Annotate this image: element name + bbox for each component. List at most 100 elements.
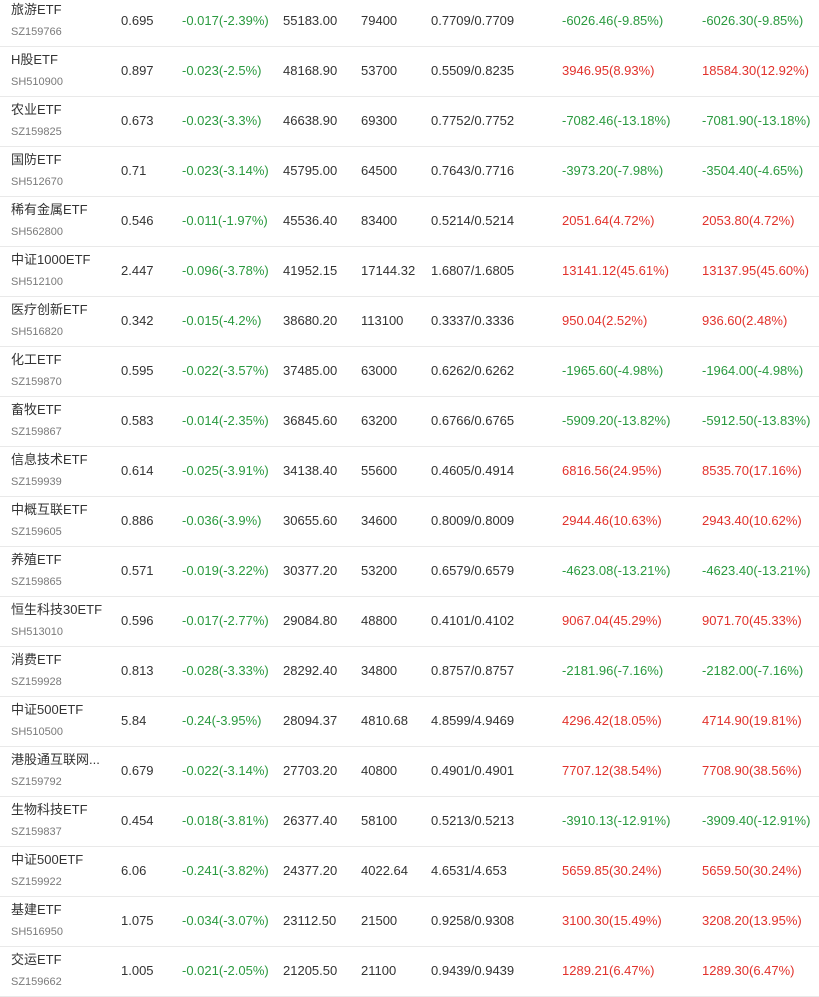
table-row[interactable]: 农业ETF SZ159825 0.673 -0.023(-3.3%) 46638.90 6… — [0, 97, 819, 147]
table-row[interactable]: 中概互联ETF SZ159605 0.886 -0.036(-3.9%) 30655.6… — [0, 497, 819, 547]
total-profit-loss-cell: -2182.00(-7.16%) — [702, 663, 804, 678]
table-row[interactable]: 信息技术ETF SZ159939 0.614 -0.025(-3.91%) 34138.… — [0, 447, 819, 497]
change-cell: -0.022(-3.14%) — [182, 763, 269, 778]
holding-value-cell: 29084.80 — [283, 613, 338, 628]
table-row[interactable]: 畜牧ETF SZ159867 0.583 -0.014(-2.35%) 36845.60… — [0, 397, 819, 447]
holding-value-cell: 27703.20 — [283, 763, 338, 778]
profit-loss-cell: 4296.42(18.05%) — [562, 713, 662, 728]
table-row[interactable]: 港股通互联网... SZ159792 0.679 -0.022(-3.14%) 2770… — [0, 747, 819, 797]
profit-loss-cell: 7707.12(38.54%) — [562, 763, 662, 778]
fund-name[interactable]: 中概互联ETF — [11, 502, 88, 518]
fund-name[interactable]: 交运ETF — [11, 952, 62, 968]
fund-name[interactable]: 农业ETF — [11, 102, 62, 118]
fund-code: SH512670 — [11, 176, 63, 188]
table-row[interactable]: 国防ETF SH512670 0.71 -0.023(-3.14%) 45795.00 6… — [0, 147, 819, 197]
profit-loss-cell: 3100.30(15.49%) — [562, 913, 662, 928]
profit-loss-cell: 950.04(2.52%) — [562, 313, 648, 328]
fund-name[interactable]: 消费ETF — [11, 652, 62, 668]
price-cell: 2.447 — [121, 263, 154, 278]
profit-loss-cell: 6816.56(24.95%) — [562, 463, 662, 478]
shares-cell: 21500 — [361, 913, 398, 928]
fund-name[interactable]: 中证500ETF — [11, 852, 83, 868]
holding-value-cell: 28292.40 — [283, 663, 338, 678]
fund-code: SZ159662 — [11, 976, 62, 988]
table-row[interactable]: 化工ETF SZ159870 0.595 -0.022(-3.57%) 37485.00… — [0, 347, 819, 397]
price-cell: 0.571 — [121, 563, 154, 578]
change-cell: -0.023(-2.5%) — [182, 63, 262, 78]
shares-cell: 79400 — [361, 13, 398, 28]
fund-name[interactable]: 信息技术ETF — [11, 452, 88, 468]
profit-loss-cell: -2181.96(-7.16%) — [562, 663, 664, 678]
change-cell: -0.023(-3.14%) — [182, 163, 269, 178]
fund-code: SH510500 — [11, 726, 63, 738]
table-row[interactable]: 养殖ETF SZ159865 0.571 -0.019(-3.22%) 30377.20… — [0, 547, 819, 597]
profit-loss-cell: -4623.08(-13.21%) — [562, 563, 671, 578]
table-row[interactable]: 生物科技ETF SZ159837 0.454 -0.018(-3.81%) 26377.… — [0, 797, 819, 847]
table-row[interactable]: 中证1000ETF SH512100 2.447 -0.096(-3.78%) 4195… — [0, 247, 819, 297]
profit-loss-cell: -3910.13(-12.91%) — [562, 813, 671, 828]
profit-loss-cell: 2944.46(10.63%) — [562, 513, 662, 528]
table-row[interactable]: 消费ETF SZ159928 0.813 -0.028(-3.33%) 28292.40… — [0, 647, 819, 697]
holdings-table: 旅游ETF SZ159766 0.695 -0.017(-2.39%) 55183.00… — [0, 0, 819, 997]
holding-value-cell: 38680.20 — [283, 313, 338, 328]
shares-cell: 64500 — [361, 163, 398, 178]
holding-value-cell: 45536.40 — [283, 213, 338, 228]
change-cell: -0.014(-2.35%) — [182, 413, 269, 428]
total-profit-loss-cell: 18584.30(12.92%) — [702, 63, 809, 78]
shares-cell: 4810.68 — [361, 713, 408, 728]
table-row[interactable]: 医疗创新ETF SH516820 0.342 -0.015(-4.2%) 38680.2… — [0, 297, 819, 347]
holding-value-cell: 36845.60 — [283, 413, 338, 428]
change-cell: -0.034(-3.07%) — [182, 913, 269, 928]
total-profit-loss-cell: 2053.80(4.72%) — [702, 213, 795, 228]
fund-name[interactable]: 畜牧ETF — [11, 402, 62, 418]
fund-code: SH512100 — [11, 276, 63, 288]
cost-cell: 0.3337/0.3336 — [431, 313, 515, 328]
cost-cell: 0.7643/0.7716 — [431, 163, 515, 178]
fund-name[interactable]: 基建ETF — [11, 902, 62, 918]
fund-name[interactable]: 化工ETF — [11, 352, 62, 368]
fund-name[interactable]: 旅游ETF — [11, 2, 62, 18]
change-cell: -0.022(-3.57%) — [182, 363, 269, 378]
table-row[interactable]: 交运ETF SZ159662 1.005 -0.021(-2.05%) 21205.50… — [0, 947, 819, 997]
fund-code: SZ159870 — [11, 376, 62, 388]
table-row[interactable]: 中证500ETF SH510500 5.84 -0.24(-3.95%) 28094.3… — [0, 697, 819, 747]
price-cell: 0.813 — [121, 663, 154, 678]
fund-name[interactable]: 中证1000ETF — [11, 252, 90, 268]
cost-cell: 0.7709/0.7709 — [431, 13, 515, 28]
table-row[interactable]: 恒生科技30ETF SH513010 0.596 -0.017(-2.77%) 2908… — [0, 597, 819, 647]
holding-value-cell: 41952.15 — [283, 263, 338, 278]
fund-name[interactable]: 国防ETF — [11, 152, 62, 168]
change-cell: -0.011(-1.97%) — [182, 213, 268, 228]
fund-name[interactable]: 恒生科技30ETF — [11, 602, 102, 618]
fund-name[interactable]: 医疗创新ETF — [11, 302, 88, 318]
shares-cell: 63200 — [361, 413, 398, 428]
table-row[interactable]: H股ETF SH510900 0.897 -0.023(-2.5%) 48168.90 5… — [0, 47, 819, 97]
cost-cell: 0.8009/0.8009 — [431, 513, 515, 528]
fund-code: SZ159825 — [11, 126, 62, 138]
fund-name[interactable]: 港股通互联网... — [11, 752, 100, 768]
fund-name[interactable]: 生物科技ETF — [11, 802, 88, 818]
table-row[interactable]: 旅游ETF SZ159766 0.695 -0.017(-2.39%) 55183.00… — [0, 0, 819, 47]
total-profit-loss-cell: -7081.90(-13.18%) — [702, 113, 811, 128]
fund-name[interactable]: 养殖ETF — [11, 552, 62, 568]
price-cell: 0.342 — [121, 313, 154, 328]
fund-code: SH562800 — [11, 226, 63, 238]
fund-name[interactable]: 中证500ETF — [11, 702, 83, 718]
total-profit-loss-cell: 1289.30(6.47%) — [702, 963, 795, 978]
cost-cell: 0.5213/0.5213 — [431, 813, 515, 828]
table-row[interactable]: 基建ETF SH516950 1.075 -0.034(-3.07%) 23112.50… — [0, 897, 819, 947]
cost-cell: 0.4901/0.4901 — [431, 763, 515, 778]
shares-cell: 69300 — [361, 113, 398, 128]
profit-loss-cell: 13141.12(45.61%) — [562, 263, 669, 278]
price-cell: 0.546 — [121, 213, 154, 228]
price-cell: 1.005 — [121, 963, 154, 978]
fund-code: SZ159867 — [11, 426, 62, 438]
cost-cell: 0.9439/0.9439 — [431, 963, 515, 978]
table-row[interactable]: 稀有金属ETF SH562800 0.546 -0.011(-1.97%) 45536.… — [0, 197, 819, 247]
table-row[interactable]: 中证500ETF SZ159922 6.06 -0.241(-3.82%) 24377.… — [0, 847, 819, 897]
price-cell: 0.596 — [121, 613, 154, 628]
shares-cell: 53700 — [361, 63, 398, 78]
fund-name[interactable]: 稀有金属ETF — [11, 202, 88, 218]
fund-name[interactable]: H股ETF — [11, 52, 58, 68]
holding-value-cell: 46638.90 — [283, 113, 338, 128]
